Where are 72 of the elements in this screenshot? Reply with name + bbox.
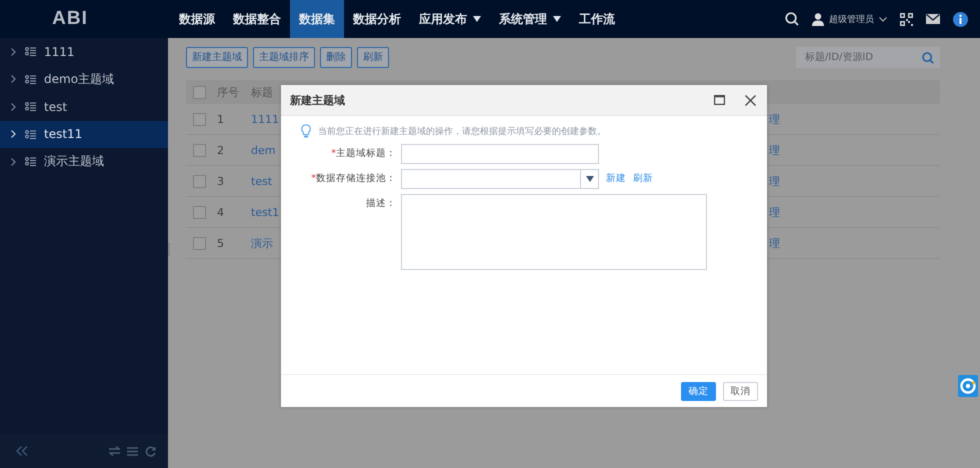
tree-item[interactable]: 1111 xyxy=(0,38,168,66)
toolbar-button[interactable]: 主题域排序 xyxy=(253,46,315,68)
nav-tab[interactable]: 数据源 xyxy=(170,0,224,38)
checkbox[interactable] xyxy=(193,112,206,126)
tree-item[interactable]: demo主题域 xyxy=(0,66,168,93)
required-mark: * xyxy=(331,148,336,159)
qr-code-icon[interactable] xyxy=(900,12,913,26)
tree-item[interactable]: test11 xyxy=(0,120,168,148)
checkbox[interactable] xyxy=(193,86,206,98)
dropdown-icon[interactable] xyxy=(586,176,594,182)
table-cell-text: 5 xyxy=(216,236,225,250)
select-field[interactable] xyxy=(401,169,599,189)
checkbox[interactable] xyxy=(193,174,206,188)
nav-tab[interactable]: 数据分析 xyxy=(344,0,410,38)
table-cell-text: 4 xyxy=(216,206,225,218)
field-link[interactable]: 刷新 xyxy=(633,169,653,189)
nav-tab[interactable]: 应用发布 xyxy=(410,0,490,38)
table-cell-text: 3 xyxy=(216,174,225,188)
collapse-icon[interactable] xyxy=(16,446,28,456)
user-icon xyxy=(812,12,824,26)
required-mark: * xyxy=(311,173,316,184)
nav-tab[interactable]: 数据集 xyxy=(290,0,344,38)
column-header: 标题 xyxy=(251,84,274,100)
table-cell-text: 2 xyxy=(216,144,225,156)
lightbulb-icon xyxy=(301,124,311,138)
tip-text: 当前您正在进行新建主题域的操作，请您根据提示填写必要的创建参数。 xyxy=(318,126,606,138)
chevron-icon[interactable] xyxy=(879,16,887,22)
swap-icon[interactable] xyxy=(109,446,120,456)
user-name[interactable]: 超级管理员 xyxy=(829,12,874,26)
checkbox[interactable] xyxy=(193,236,206,250)
label-text: 主题域标题： xyxy=(336,148,396,159)
tree-item[interactable]: 演示主题域 xyxy=(0,148,168,176)
mail-icon[interactable] xyxy=(926,14,940,24)
description-field[interactable] xyxy=(401,194,707,270)
input-field[interactable] xyxy=(401,144,599,164)
dialog-button[interactable]: 确定 xyxy=(681,382,716,400)
chevron-icon xyxy=(11,130,16,138)
menu-icon[interactable] xyxy=(127,446,138,456)
close-icon[interactable] xyxy=(745,94,756,106)
label-text: 描述： xyxy=(366,198,396,209)
info-icon[interactable] xyxy=(953,12,968,26)
list-icon xyxy=(25,74,37,84)
search-icon[interactable] xyxy=(785,12,799,26)
logo: ABI xyxy=(51,8,89,30)
toolbar-button[interactable]: 刷新 xyxy=(357,46,389,68)
resize-handle[interactable] xyxy=(168,243,170,257)
chevron-icon xyxy=(11,102,16,111)
toolbar-button[interactable]: 新建主题域 xyxy=(186,46,248,68)
list-icon xyxy=(25,102,37,112)
assistant-icon[interactable] xyxy=(958,375,978,397)
table-cell-text: 1 xyxy=(216,112,225,126)
chevron-icon xyxy=(11,158,16,166)
checkbox[interactable] xyxy=(193,144,206,156)
chevron-icon xyxy=(11,75,16,84)
list-icon xyxy=(25,157,37,166)
nav-tab[interactable]: 数据整合 xyxy=(224,0,290,38)
search-field[interactable]: 标题/ID/资源ID xyxy=(796,46,940,68)
list-icon xyxy=(25,47,37,56)
chevron-icon xyxy=(11,48,16,56)
toolbar-button[interactable]: 删除 xyxy=(320,46,352,68)
dialog-button[interactable]: 取消 xyxy=(723,382,758,400)
list-icon xyxy=(25,130,37,139)
nav-tab[interactable]: 工作流 xyxy=(570,0,624,38)
checkbox[interactable] xyxy=(193,206,206,218)
dialog-title: 新建主题域 xyxy=(290,92,345,108)
field-link[interactable]: 新建 xyxy=(606,169,626,189)
maximize-icon[interactable] xyxy=(714,95,725,105)
column-header: 序号 xyxy=(216,84,240,100)
refresh-icon[interactable] xyxy=(145,446,156,456)
nav-tab[interactable]: 系统管理 xyxy=(490,0,570,38)
tree-item[interactable]: test xyxy=(0,93,168,120)
label-text: 数据存储连接池： xyxy=(316,173,396,184)
